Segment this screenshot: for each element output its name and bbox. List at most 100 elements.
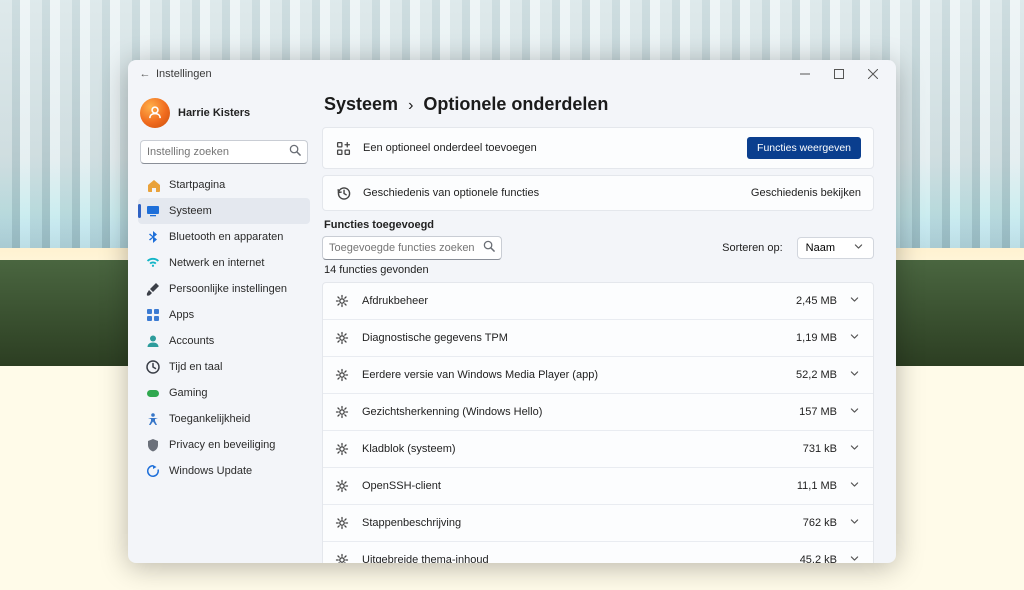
sidebar-item-person[interactable]: Accounts bbox=[138, 328, 310, 354]
sidebar-item-access[interactable]: Toegankelijkheid bbox=[138, 406, 310, 432]
feature-row[interactable]: Diagnostische gegevens TPM 1,19 MB bbox=[323, 319, 873, 356]
features-heading: Functies toegevoegd bbox=[324, 219, 874, 231]
maximize-button[interactable] bbox=[822, 60, 856, 88]
sidebar-item-label: Startpagina bbox=[169, 179, 225, 191]
sidebar-item-label: Persoonlijke instellingen bbox=[169, 283, 287, 295]
feature-row[interactable]: Kladblok (systeem) 731 kB bbox=[323, 430, 873, 467]
sidebar-item-label: Privacy en beveiliging bbox=[169, 439, 275, 451]
window-title: Instellingen bbox=[156, 68, 212, 80]
feature-row[interactable]: OpenSSH-client 11,1 MB bbox=[323, 467, 873, 504]
profile[interactable]: Harrie Kisters bbox=[138, 92, 310, 138]
feature-size: 731 kB bbox=[791, 443, 837, 455]
features-list: Afdrukbeheer2,45 MBDiagnostische gegeven… bbox=[322, 282, 874, 563]
home-icon bbox=[146, 178, 160, 192]
feature-name: OpenSSH-client bbox=[362, 480, 779, 492]
sidebar-search[interactable] bbox=[140, 140, 308, 164]
feature-name: Stappenbeschrijving bbox=[362, 517, 779, 529]
features-count: 14 functies gevonden bbox=[324, 264, 874, 276]
feature-size: 2,45 MB bbox=[791, 295, 837, 307]
page-title: Optionele onderdelen bbox=[423, 94, 608, 115]
chevron-down-icon bbox=[849, 551, 861, 563]
sidebar-item-clock[interactable]: Tijd en taal bbox=[138, 354, 310, 380]
feature-name: Uitgebreide thema-inhoud bbox=[362, 554, 779, 563]
person-icon bbox=[146, 334, 160, 348]
update-icon bbox=[146, 464, 160, 478]
features-search[interactable] bbox=[322, 236, 502, 260]
sidebar-item-update[interactable]: Windows Update bbox=[138, 458, 310, 484]
feature-name: Kladblok (systeem) bbox=[362, 443, 779, 455]
bluetooth-icon bbox=[146, 230, 160, 244]
history-label: Geschiedenis van optionele functies bbox=[363, 187, 739, 199]
gear-icon bbox=[335, 442, 350, 457]
view-features-button[interactable]: Functies weergeven bbox=[747, 137, 861, 159]
sidebar-item-label: Gaming bbox=[169, 387, 208, 399]
history-card[interactable]: Geschiedenis van optionele functies Gesc… bbox=[322, 175, 874, 211]
sort-label: Sorteren op: bbox=[722, 242, 783, 254]
feature-name: Eerdere versie van Windows Media Player … bbox=[362, 369, 779, 381]
feature-size: 45,2 kB bbox=[791, 554, 837, 563]
sort-dropdown[interactable]: Naam bbox=[797, 237, 874, 259]
feature-size: 762 kB bbox=[791, 517, 837, 529]
sidebar-item-label: Tijd en taal bbox=[169, 361, 222, 373]
chevron-down-icon bbox=[849, 440, 861, 458]
sidebar-item-system[interactable]: Systeem bbox=[138, 198, 310, 224]
titlebar: ← Instellingen bbox=[128, 60, 896, 88]
sidebar-item-game[interactable]: Gaming bbox=[138, 380, 310, 406]
sidebar-search-input[interactable] bbox=[147, 146, 289, 158]
feature-size: 157 MB bbox=[791, 406, 837, 418]
sidebar-item-brush[interactable]: Persoonlijke instellingen bbox=[138, 276, 310, 302]
chevron-down-icon bbox=[853, 241, 865, 255]
gear-icon bbox=[335, 553, 350, 564]
chevron-down-icon bbox=[849, 403, 861, 421]
add-component-icon bbox=[335, 140, 351, 156]
sidebar: Harrie Kisters Startpagina Systeem Bluetoo… bbox=[128, 88, 318, 563]
sidebar-item-wifi[interactable]: Netwerk en internet bbox=[138, 250, 310, 276]
sidebar-item-shield[interactable]: Privacy en beveiliging bbox=[138, 432, 310, 458]
chevron-down-icon bbox=[849, 514, 861, 532]
clock-icon bbox=[146, 360, 160, 374]
system-icon bbox=[146, 204, 160, 218]
close-button[interactable] bbox=[856, 60, 890, 88]
feature-row[interactable]: Eerdere versie van Windows Media Player … bbox=[323, 356, 873, 393]
search-icon bbox=[289, 143, 301, 161]
feature-row[interactable]: Gezichtsherkenning (Windows Hello) 157 MB bbox=[323, 393, 873, 430]
feature-size: 1,19 MB bbox=[791, 332, 837, 344]
sidebar-item-home[interactable]: Startpagina bbox=[138, 172, 310, 198]
minimize-button[interactable] bbox=[788, 60, 822, 88]
sidebar-item-label: Systeem bbox=[169, 205, 212, 217]
sidebar-item-label: Apps bbox=[169, 309, 194, 321]
gear-icon bbox=[335, 331, 350, 346]
sidebar-item-bluetooth[interactable]: Bluetooth en apparaten bbox=[138, 224, 310, 250]
feature-name: Gezichtsherkenning (Windows Hello) bbox=[362, 406, 779, 418]
profile-name: Harrie Kisters bbox=[178, 107, 250, 119]
breadcrumb-parent[interactable]: Systeem bbox=[324, 94, 398, 115]
chevron-right-icon: › bbox=[408, 97, 413, 115]
feature-row[interactable]: Stappenbeschrijving 762 kB bbox=[323, 504, 873, 541]
chevron-down-icon bbox=[849, 366, 861, 384]
breadcrumb: Systeem › Optionele onderdelen bbox=[324, 94, 874, 115]
feature-row[interactable]: Afdrukbeheer2,45 MB bbox=[323, 283, 873, 319]
sidebar-item-label: Toegankelijkheid bbox=[169, 413, 250, 425]
add-feature-label: Een optioneel onderdeel toevoegen bbox=[363, 142, 735, 154]
chevron-down-icon bbox=[849, 477, 861, 495]
game-icon bbox=[146, 386, 160, 400]
search-icon bbox=[483, 239, 495, 257]
sidebar-nav: Startpagina Systeem Bluetooth en apparaten… bbox=[138, 172, 310, 484]
chevron-down-icon bbox=[849, 292, 861, 310]
gear-icon bbox=[335, 405, 350, 420]
feature-row[interactable]: Uitgebreide thema-inhoud 45,2 kB bbox=[323, 541, 873, 563]
wifi-icon bbox=[146, 256, 160, 270]
sidebar-item-label: Netwerk en internet bbox=[169, 257, 264, 269]
brush-icon bbox=[146, 282, 160, 296]
back-button[interactable]: ← bbox=[134, 68, 156, 80]
feature-size: 11,1 MB bbox=[791, 480, 837, 492]
features-search-input[interactable] bbox=[329, 242, 483, 254]
feature-name: Diagnostische gegevens TPM bbox=[362, 332, 779, 344]
history-action: Geschiedenis bekijken bbox=[751, 187, 861, 199]
add-feature-card: Een optioneel onderdeel toevoegen Functi… bbox=[322, 127, 874, 169]
sidebar-item-apps[interactable]: Apps bbox=[138, 302, 310, 328]
gear-icon bbox=[335, 368, 350, 383]
sidebar-item-label: Windows Update bbox=[169, 465, 252, 477]
history-icon bbox=[335, 185, 351, 201]
sidebar-item-label: Accounts bbox=[169, 335, 214, 347]
